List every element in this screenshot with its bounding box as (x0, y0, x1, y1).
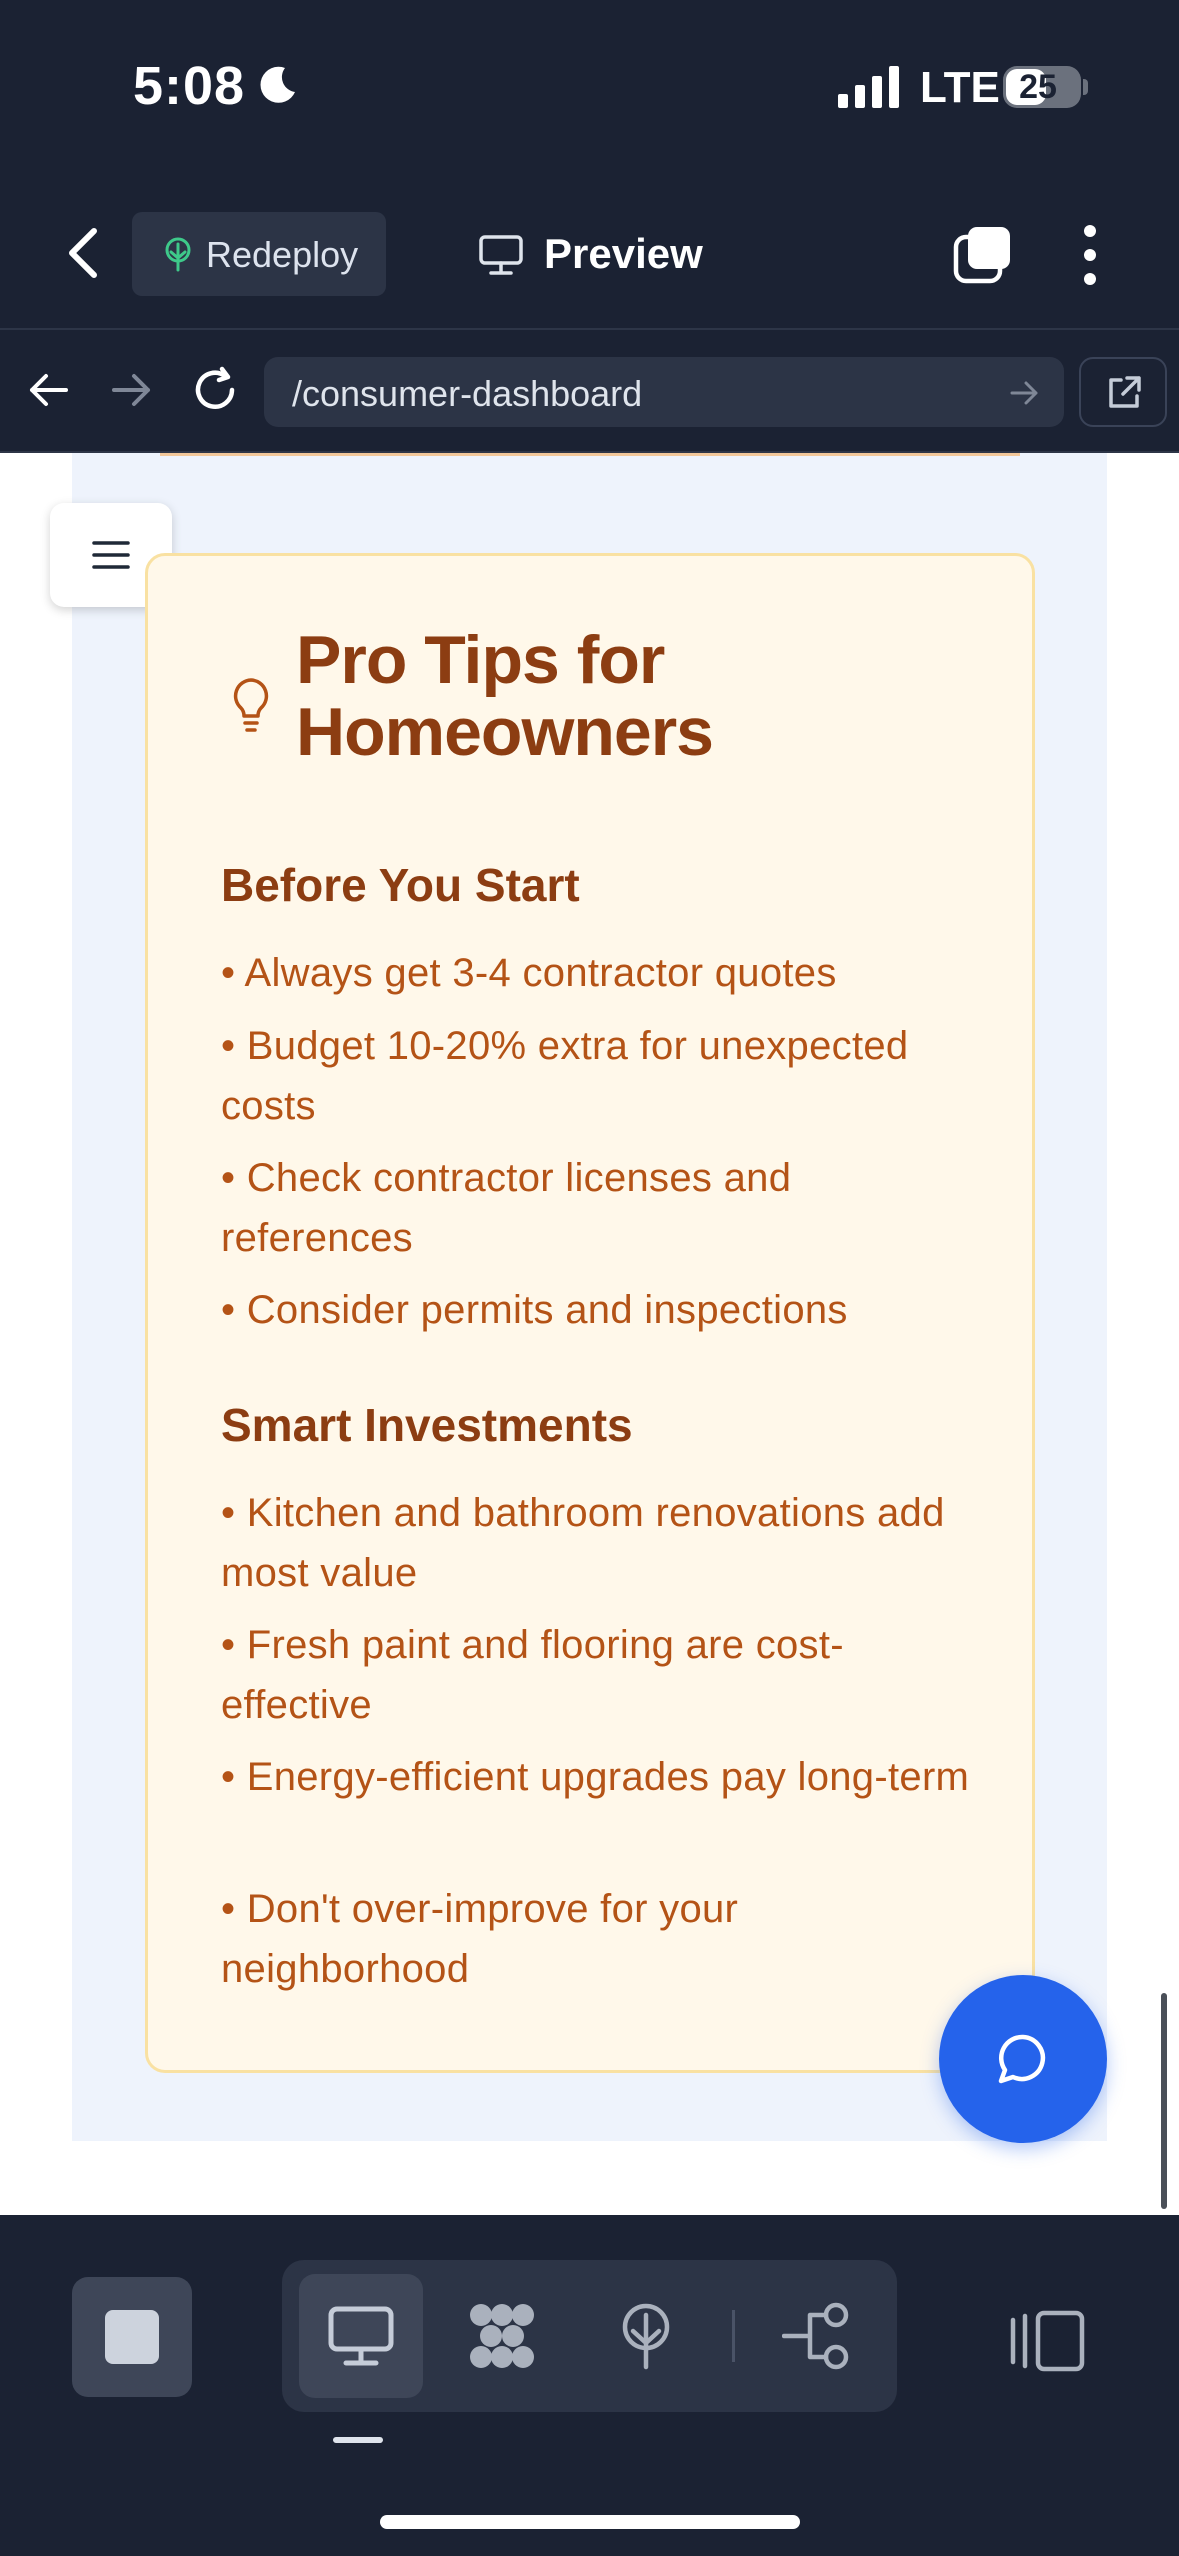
open-external-button[interactable] (1079, 357, 1167, 427)
menu-icon (92, 541, 130, 569)
section-heading-smart-investments: Smart Investments (221, 1399, 633, 1451)
back-arrow-icon[interactable] (26, 368, 70, 412)
preview-viewport: Pro Tips for Homeowners Before You Start… (0, 453, 1179, 2215)
url-bar: /consumer-dashboard (0, 330, 1179, 453)
tip-item: • Kitchen and bathroom renovations add m… (221, 1491, 945, 1595)
stop-icon (105, 2310, 159, 2364)
app-toolbar: Redeploy Preview (0, 175, 1179, 330)
moon-icon (260, 66, 295, 103)
url-text: /consumer-dashboard (292, 373, 643, 414)
battery-tip (1083, 79, 1088, 95)
desktop-icon (328, 2306, 394, 2366)
url-input[interactable]: /consumer-dashboard (264, 357, 1064, 427)
cluster-icon (470, 2304, 534, 2368)
go-arrow-icon[interactable] (1010, 379, 1040, 407)
tips-title: Pro Tips for Homeowners (296, 622, 714, 770)
panel-toggle-icon[interactable] (1008, 2310, 1086, 2372)
tabs-icon[interactable] (952, 225, 1012, 285)
tip-item: • Consider permits and inspections (221, 1288, 848, 1332)
scrollbar-thumb[interactable] (1161, 1993, 1167, 2209)
tip-item: • Budget 10-20% extra for unexpected cos… (221, 1024, 909, 1128)
preview-label: Preview (544, 230, 703, 277)
previous-card-edge (160, 453, 1020, 456)
integrations-view-tab[interactable] (755, 2274, 879, 2398)
battery-level: 25 (1019, 68, 1057, 106)
external-link-icon (1109, 376, 1141, 408)
desktop-view-tab[interactable] (299, 2274, 423, 2398)
forward-arrow-icon[interactable] (110, 368, 154, 412)
section-heading-before-you-start: Before You Start (221, 859, 580, 911)
back-chevron-icon[interactable] (60, 225, 110, 281)
status-time: 5:08 (133, 56, 246, 116)
lightbulb-icon (233, 678, 269, 732)
tip-item: • Fresh paint and flooring are cost-effe… (221, 1623, 844, 1727)
home-indicator (380, 2515, 800, 2529)
deploy-tree-icon (165, 237, 191, 272)
status-bar: 5:08 LTE 25 (0, 0, 1179, 175)
monitor-icon (479, 235, 523, 275)
stop-button[interactable] (72, 2277, 192, 2397)
bottom-toolbar (0, 2215, 1179, 2556)
tip-item: • Always get 3-4 contractor quotes (221, 951, 837, 995)
tip-item: • Check contractor licenses and referenc… (221, 1156, 792, 1260)
integrations-icon (782, 2302, 849, 2370)
deploy-view-tab[interactable] (584, 2274, 708, 2398)
reload-icon[interactable] (190, 365, 240, 415)
workflow-view-tab[interactable] (440, 2274, 564, 2398)
more-options-icon[interactable] (1072, 223, 1108, 287)
tip-item: • Energy-efficient upgrades pay long-ter… (221, 1755, 970, 1799)
chat-bubble-icon (998, 2034, 1046, 2084)
pro-tips-card: Pro Tips for Homeowners Before You Start… (145, 553, 1035, 2073)
battery-icon: 25 (1003, 66, 1081, 108)
deploy-icon (622, 2303, 670, 2370)
view-switcher (282, 2260, 897, 2412)
chat-button[interactable] (939, 1975, 1107, 2143)
redeploy-button[interactable]: Redeploy (132, 212, 386, 296)
active-tab-indicator (333, 2437, 383, 2443)
redeploy-label: Redeploy (206, 234, 359, 275)
network-type: LTE (920, 63, 1000, 112)
tip-item: • Don't over-improve for your neighborho… (221, 1887, 739, 1991)
signal-icon (838, 66, 899, 108)
toolbar-divider (732, 2310, 735, 2362)
